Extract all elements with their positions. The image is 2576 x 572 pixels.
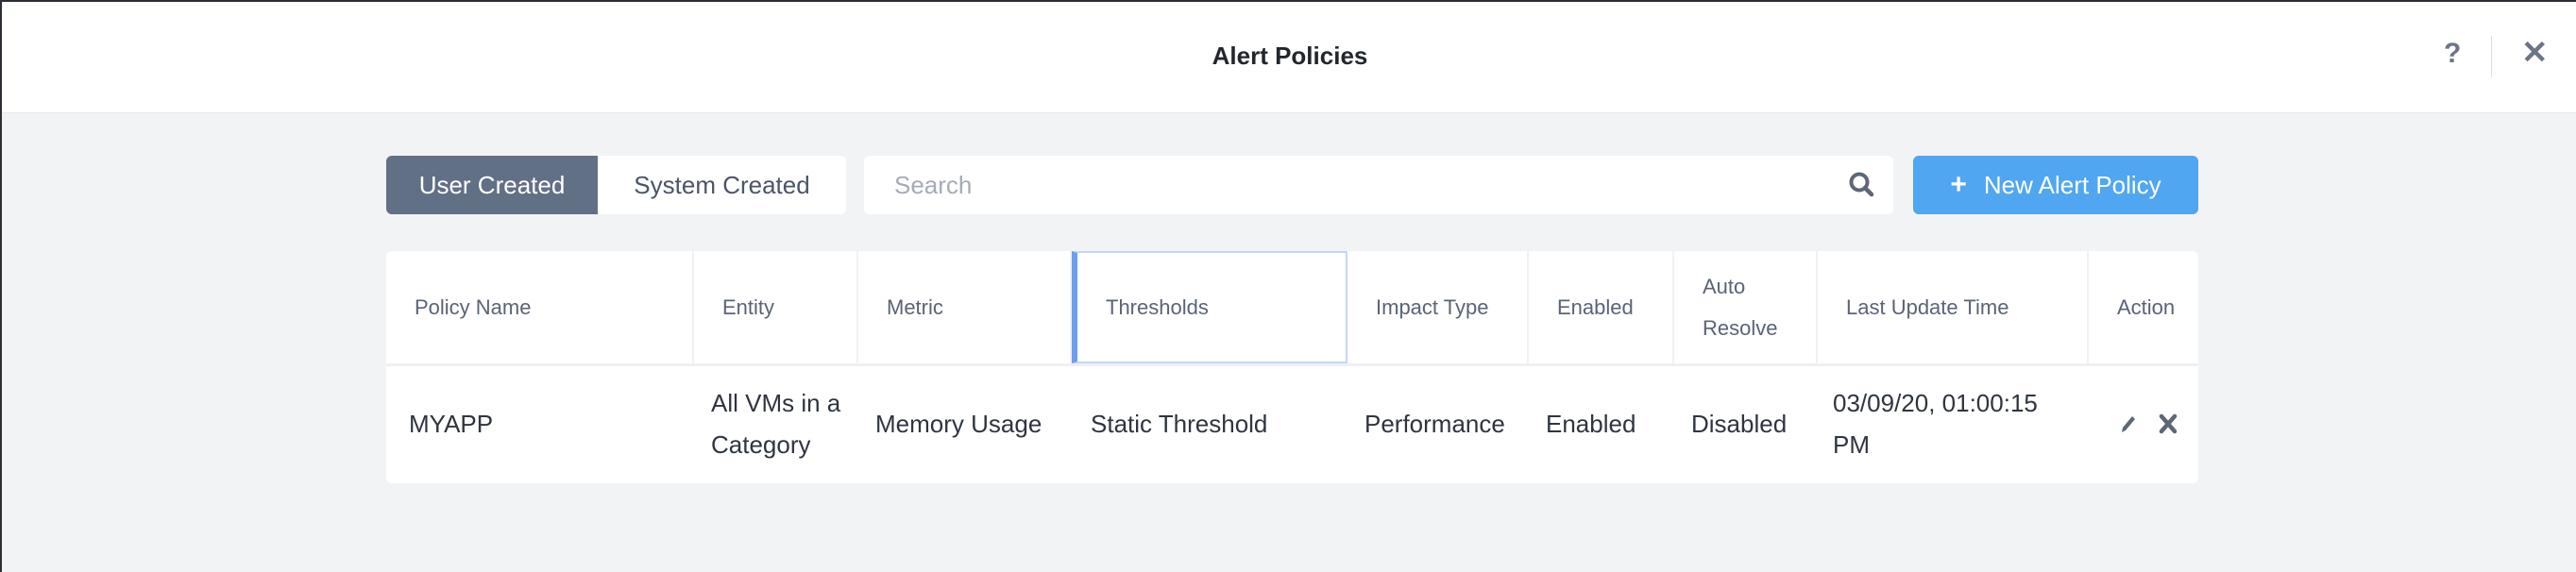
cell-auto-resolve: Disabled [1691, 409, 1788, 438]
cell-entity: All VMs in a Category [711, 388, 841, 459]
column-header-metric[interactable]: Metric [858, 251, 1072, 363]
cell-policy-name[interactable]: MYAPP [386, 366, 694, 480]
table-header-row: Policy Name Entity Metric Thresholds Imp… [386, 251, 2198, 366]
close-icon[interactable]: ✕ [2521, 34, 2549, 72]
plus-icon: + [1950, 169, 1967, 200]
cell-enabled: Enabled [1546, 409, 1636, 438]
policy-source-toggle: User Created System Created [386, 156, 846, 214]
alert-policies-table: Policy Name Entity Metric Thresholds Imp… [386, 251, 2198, 483]
column-header-enabled[interactable]: Enabled [1529, 251, 1674, 363]
column-header-policy-name[interactable]: Policy Name [386, 251, 694, 363]
search-input[interactable] [864, 156, 1808, 214]
edit-icon[interactable] [2119, 413, 2138, 434]
tab-user-created[interactable]: User Created [386, 156, 598, 214]
search-icon[interactable] [1848, 171, 1874, 197]
column-header-thresholds[interactable]: Thresholds [1072, 251, 1347, 363]
cell-thresholds: Static Threshold [1091, 409, 1268, 438]
cell-actions [2089, 366, 2198, 480]
cell-metric: Memory Usage [875, 409, 1042, 438]
delete-icon[interactable] [2159, 413, 2178, 434]
table-row[interactable]: MYAPP All VMs in a Category Memory Usage… [386, 366, 2198, 480]
dialog-header: Alert Policies ? ✕ [2, 2, 2576, 113]
column-header-last-update-time[interactable]: Last Update Time [1818, 251, 2089, 363]
column-header-action: Action [2117, 294, 2176, 319]
help-icon[interactable]: ? [2444, 38, 2461, 70]
cell-last-update: 03/09/20, 01:00:15 PM [1833, 388, 2038, 459]
search-box [864, 156, 1893, 214]
column-header-auto-resolve[interactable]: Auto Resolve [1674, 251, 1818, 363]
column-header-entity[interactable]: Entity [694, 251, 858, 363]
tab-system-created[interactable]: System Created [598, 156, 846, 214]
new-alert-policy-label: New Alert Policy [1983, 170, 2161, 199]
cell-impact-type: Performance [1364, 409, 1505, 438]
header-divider [2491, 36, 2492, 77]
column-header-impact-type[interactable]: Impact Type [1347, 251, 1529, 363]
new-alert-policy-button[interactable]: + New Alert Policy [1913, 156, 2198, 214]
dialog-title: Alert Policies [1212, 42, 1368, 70]
